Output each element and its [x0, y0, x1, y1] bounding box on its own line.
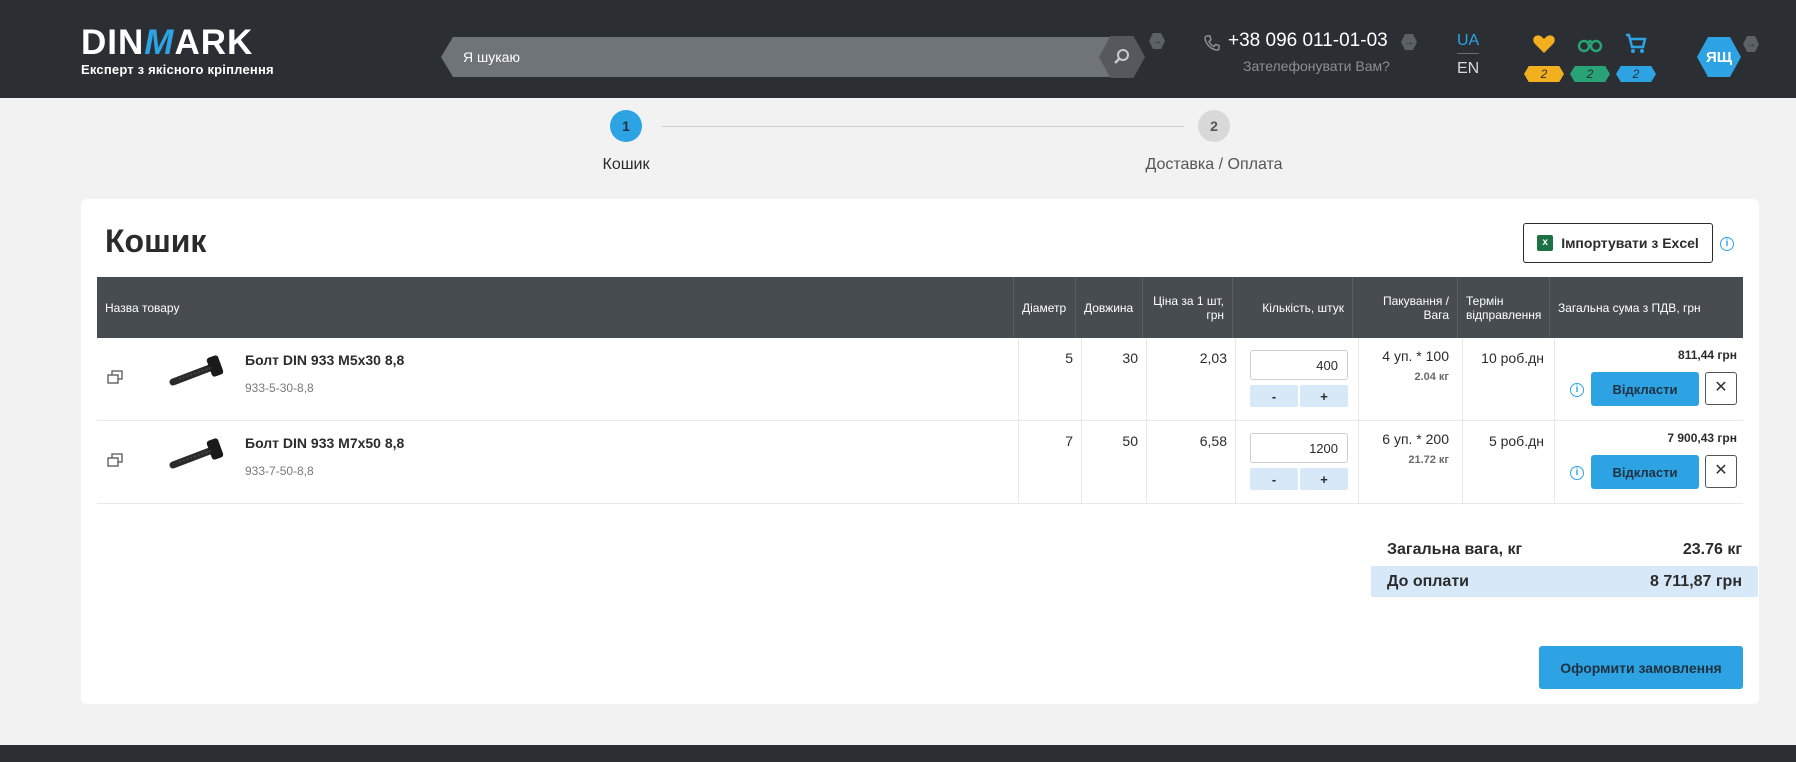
product-code: 933-5-30-8,8	[245, 381, 314, 395]
step-label: Доставка / Оплата	[1145, 156, 1283, 173]
col-total: Загальна сума з ПДВ, грн	[1558, 300, 1701, 315]
cart-badge: 2	[1616, 66, 1656, 82]
lang-en[interactable]: EN	[1457, 60, 1479, 78]
quantity-minus-button[interactable]: -	[1250, 385, 1298, 407]
remove-button[interactable]: ✕	[1705, 372, 1737, 405]
step-number: 1	[610, 110, 642, 142]
info-icon[interactable]: i	[1720, 237, 1734, 251]
diameter-value: 7	[1065, 433, 1073, 449]
favorites-badge: 2	[1524, 66, 1564, 82]
bolt-image	[169, 355, 224, 386]
amount-due-label: До оплати	[1387, 572, 1469, 590]
col-diameter: Діаметр	[1014, 277, 1076, 338]
col-name: Назва товару	[97, 277, 1014, 338]
import-excel-label: Імпортувати з Excel	[1561, 235, 1699, 251]
postpone-button[interactable]: Відкласти	[1591, 455, 1699, 489]
import-excel-button[interactable]: x Імпортувати з Excel	[1523, 223, 1713, 263]
cart-card: Кошик x Імпортувати з Excel i Назва това…	[81, 199, 1759, 704]
cart-counter[interactable]: 2	[1616, 33, 1656, 82]
info-icon[interactable]: i	[1570, 466, 1584, 480]
site-footer	[0, 745, 1796, 762]
step-number: 2	[1198, 110, 1230, 142]
copy-icon[interactable]	[107, 453, 123, 467]
logo-wordmark: DINMARK	[81, 23, 254, 62]
phone-block: +38 096 011-01-03 Зателефонувати Вам? →	[1203, 30, 1417, 74]
price-value: 6,58	[1199, 433, 1227, 449]
search-input[interactable]	[463, 37, 1083, 77]
favorites-counter[interactable]: 2	[1524, 33, 1564, 82]
diameter-value: 5	[1065, 350, 1073, 366]
total-weight-line: Загальна вага, кг 23.76 кг	[1371, 534, 1758, 565]
lang-ua[interactable]: UA	[1457, 32, 1480, 54]
quantity-plus-button[interactable]: +	[1300, 385, 1348, 407]
step-cart[interactable]: 1 Кошик	[596, 110, 656, 174]
site-header: DINMARK Експерт з якісного кріплення → +…	[0, 0, 1796, 98]
term-value: 10 роб.дн	[1481, 350, 1544, 366]
table-header: Назва товару Діаметр Довжина Ціна за 1 ш…	[97, 277, 1743, 338]
packaging-value: 6 уп. * 200	[1382, 431, 1449, 447]
copy-icon[interactable]	[107, 370, 123, 384]
cart-icon	[1626, 33, 1647, 53]
col-price: Ціна за 1 шт, грн	[1143, 277, 1233, 338]
callback-link[interactable]: Зателефонувати Вам?	[1203, 58, 1390, 74]
logo-subtitle: Експерт з якісного кріплення	[81, 62, 274, 77]
col-term: Термін відправлення	[1458, 277, 1550, 338]
row-total: 811,44 грн	[1678, 348, 1737, 362]
language-switcher: UA EN	[1457, 32, 1480, 78]
table-row: Болт DIN 933 M7x50 8,8 933-7-50-8,8 7 50…	[97, 421, 1743, 504]
checkout-button[interactable]: Оформити замовлення	[1539, 646, 1743, 689]
step-delivery[interactable]: 2 Доставка / Оплата	[1129, 110, 1299, 174]
col-length: Довжина	[1076, 277, 1143, 338]
product-code: 933-7-50-8,8	[245, 464, 314, 478]
step-label: Кошик	[602, 156, 650, 173]
packaging-value: 4 уп. * 100	[1382, 348, 1449, 364]
length-value: 30	[1122, 350, 1138, 366]
quantity-minus-button[interactable]: -	[1250, 468, 1298, 490]
page-title: Кошик	[105, 223, 207, 259]
quantity-input[interactable]	[1250, 433, 1348, 463]
heart-icon	[1533, 35, 1555, 53]
col-quantity: Кількість, штук	[1233, 277, 1353, 338]
term-value: 5 роб.дн	[1488, 433, 1544, 449]
product-name[interactable]: Болт DIN 933 M5x30 8,8	[245, 352, 404, 368]
steps-progress-line	[662, 126, 1184, 127]
search-bar: →	[441, 33, 1165, 78]
row-total: 7 900,43 грн	[1667, 431, 1737, 445]
quantity-input[interactable]	[1250, 350, 1348, 380]
logo[interactable]: DINMARK Експерт з якісного кріплення	[81, 23, 274, 77]
user-arrow-icon[interactable]: →	[1743, 36, 1759, 52]
table-row: Болт DIN 933 M5x30 8,8 933-5-30-8,8 5 30…	[97, 338, 1743, 421]
product-name[interactable]: Болт DIN 933 M7x50 8,8	[245, 435, 404, 451]
weight-value: 21.72 кг	[1408, 454, 1449, 466]
postpone-button[interactable]: Відкласти	[1591, 372, 1699, 406]
search-icon	[1114, 49, 1129, 64]
remove-button[interactable]: ✕	[1705, 455, 1737, 488]
excel-icon: x	[1537, 235, 1554, 251]
phone-number[interactable]: +38 096 011-01-03	[1203, 30, 1390, 52]
compare-icon	[1577, 39, 1603, 53]
weight-value: 2.04 кг	[1414, 371, 1449, 383]
length-value: 50	[1122, 433, 1138, 449]
amount-due-value: 8 711,87 грн	[1650, 572, 1742, 590]
total-weight-value: 23.76 кг	[1682, 540, 1742, 558]
search-arrow-icon[interactable]: →	[1149, 33, 1165, 49]
compare-badge: 2	[1570, 66, 1610, 82]
user-avatar[interactable]: ЯЩ	[1697, 37, 1741, 77]
bolt-image	[169, 438, 224, 469]
amount-due-line: До оплати 8 711,87 грн	[1371, 566, 1758, 597]
compare-counter[interactable]: 2	[1570, 33, 1610, 82]
price-value: 2,03	[1199, 350, 1227, 366]
quantity-plus-button[interactable]: +	[1300, 468, 1348, 490]
phone-icon	[1204, 35, 1220, 51]
col-packaging: Пакування / Вага	[1353, 277, 1458, 338]
info-icon[interactable]: i	[1570, 383, 1584, 397]
total-weight-label: Загальна вага, кг	[1387, 540, 1523, 558]
phone-arrow-icon[interactable]: →	[1401, 34, 1417, 50]
